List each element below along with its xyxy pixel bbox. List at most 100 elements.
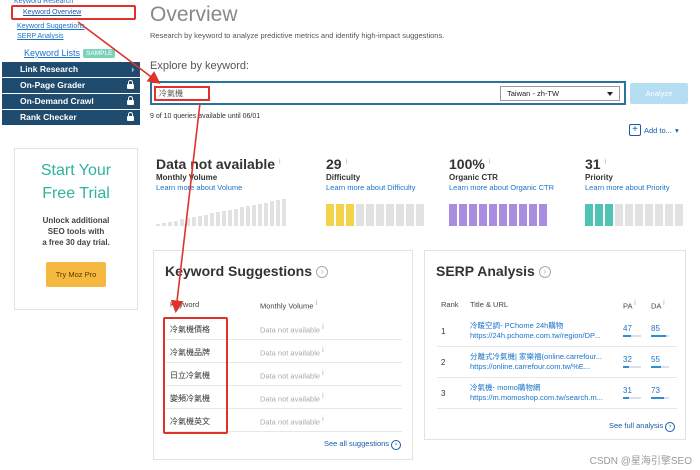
metric-segment — [416, 204, 424, 226]
result-url[interactable]: https://24h.pchome.com.tw/region/DP... — [470, 331, 610, 340]
pa-bar — [623, 397, 641, 399]
keyword-suggestions-link[interactable]: Keyword Suggestions — [17, 22, 140, 32]
metric-link[interactable]: Learn more about Difficulty — [326, 183, 416, 192]
sidebar-item-label: On-Demand Crawl — [20, 96, 94, 106]
da-bar — [651, 366, 669, 368]
metric-segment — [479, 204, 487, 226]
see-full-analysis-link[interactable]: See full analysis › — [609, 421, 676, 432]
queries-remaining: 9 of 10 queries available until 06/01 — [150, 113, 261, 120]
info-icon[interactable]: i — [322, 370, 324, 377]
see-all-suggestions-link[interactable]: See all suggestions › — [324, 439, 402, 450]
chevron-down-icon: ▾ — [674, 125, 679, 135]
da-cell: 73 — [651, 386, 660, 395]
da-cell: 55 — [651, 355, 660, 364]
locale-select[interactable]: Taiwan - zh-TW — [500, 86, 620, 101]
info-icon[interactable]: i — [322, 347, 324, 354]
table-row[interactable]: 3 冷氣機- momo購物網 https://m.momoshop.com.tw/s… — [437, 379, 677, 409]
column-header-keyword: Keyword — [170, 300, 200, 309]
serp-analysis-link[interactable]: SERP Analysis — [17, 32, 140, 42]
volume-bar — [222, 211, 226, 227]
column-header-pa-label: PA — [623, 301, 633, 311]
info-icon[interactable]: i — [663, 300, 665, 307]
volume-bar — [180, 219, 184, 227]
priority-value: 31 — [585, 156, 601, 172]
info-icon[interactable]: i — [345, 158, 347, 165]
lock-icon — [127, 94, 134, 109]
trial-title-line: Free Trial — [42, 185, 110, 202]
volume-bar — [234, 208, 238, 227]
watermark: CSDN @星海引擎SEO — [589, 456, 692, 467]
result-title[interactable]: 冷氣機- momo購物網 — [470, 382, 540, 393]
sidebar-item-link-research[interactable]: Link Research › — [2, 62, 140, 77]
volume-cell: Data not available i — [260, 370, 324, 381]
volume-bar — [168, 221, 172, 227]
info-icon[interactable]: i — [322, 416, 324, 423]
metric-segment — [509, 204, 517, 226]
info-icon[interactable]: i — [322, 324, 324, 331]
keyword-search-input[interactable] — [154, 86, 210, 101]
volume-cell: Data not available i — [260, 347, 324, 358]
volume-bar — [276, 200, 280, 227]
info-icon[interactable]: i — [279, 158, 281, 165]
info-icon[interactable]: i — [489, 158, 491, 165]
keyword-highlight-box — [163, 317, 228, 434]
sidebar-item-on-demand-crawl[interactable]: On-Demand Crawl — [2, 94, 140, 109]
sidebar-item-on-page-grader[interactable]: On-Page Grader — [2, 78, 140, 93]
metric-link[interactable]: Learn more about Volume — [156, 183, 281, 192]
page-subtitle: Research by keyword to analyze predictiv… — [150, 31, 445, 40]
chevron-right-circle-icon[interactable]: › — [538, 266, 551, 279]
table-row[interactable]: 2 分離式冷氣機| 家樂福(online.carrefour... https://… — [437, 348, 677, 378]
metric-segment — [396, 204, 404, 226]
add-to-button[interactable]: + Add to... ▾ — [629, 124, 679, 136]
keyword-research-link[interactable]: Keyword Research — [14, 0, 140, 4]
rank-cell: 3 — [441, 389, 446, 398]
column-header-da-label: DA — [651, 301, 662, 311]
table-row[interactable]: 1 冷暖空調- PChome 24h購物 https://24h.pchome.co… — [437, 317, 677, 347]
metric-segment — [449, 204, 457, 226]
metric-segment — [645, 204, 653, 226]
keyword-suggestions-title: Keyword Suggestions — [165, 263, 313, 279]
try-moz-pro-button[interactable]: Try Moz Pro — [46, 262, 106, 287]
info-icon[interactable]: i — [604, 158, 606, 165]
trial-title: Start Your Free Trial — [15, 159, 137, 205]
pa-cell: 32 — [623, 355, 632, 364]
metric-segment — [625, 204, 633, 226]
info-icon[interactable]: i — [634, 300, 636, 307]
chevron-right-circle-icon[interactable]: › — [316, 266, 329, 279]
caret-down-icon — [607, 92, 613, 96]
metric-volume: Data not available i Monthly Volume Lear… — [156, 156, 281, 192]
metric-difficulty: 29 i Difficulty Learn more about Difficu… — [326, 156, 416, 192]
pa-cell: 47 — [623, 324, 632, 333]
free-trial-card: Start Your Free Trial Unlock additional … — [14, 148, 138, 310]
volume-cell-text: Data not available — [260, 394, 321, 404]
volume-bar — [258, 203, 262, 227]
rank-cell: 1 — [441, 327, 446, 336]
metric-segment — [635, 204, 643, 226]
result-title[interactable]: 冷暖空調- PChome 24h購物 — [470, 320, 563, 331]
result-url[interactable]: https://online.carrefour.com.tw/%E... — [470, 362, 610, 371]
metric-link[interactable]: Learn more about Organic CTR — [449, 183, 554, 192]
sidebar-item-label: Rank Checker — [20, 112, 77, 122]
volume-bar — [210, 213, 214, 227]
metric-segment — [675, 204, 683, 226]
metric-link[interactable]: Learn more about Priority — [585, 183, 670, 192]
metric-priority: 31 i Priority Learn more about Priority — [585, 156, 670, 192]
keyword-overview-link[interactable]: Keyword Overview — [11, 5, 136, 20]
keyword-lists-link[interactable]: Keyword Lists — [24, 48, 80, 58]
result-url[interactable]: https://m.momoshop.com.tw/search.m... — [470, 393, 610, 402]
volume-bar — [156, 224, 160, 227]
see-all-label: See all suggestions — [324, 439, 390, 448]
metric-segment — [326, 204, 334, 226]
volume-cell: Data not available i — [260, 324, 324, 335]
sidebar-item-rank-checker[interactable]: Rank Checker — [2, 110, 140, 125]
chevron-right-icon: › — [131, 65, 134, 74]
info-icon[interactable]: i — [322, 393, 324, 400]
add-to-label: Add to... — [644, 125, 672, 135]
analyze-button[interactable]: Analyze — [630, 83, 688, 104]
volume-bar — [198, 215, 202, 227]
result-title[interactable]: 分離式冷氣機| 家樂福(online.carrefour... — [470, 351, 602, 362]
metric-segment — [665, 204, 673, 226]
info-icon[interactable]: i — [315, 300, 317, 307]
volume-bar — [204, 214, 208, 227]
metric-segment — [356, 204, 364, 226]
